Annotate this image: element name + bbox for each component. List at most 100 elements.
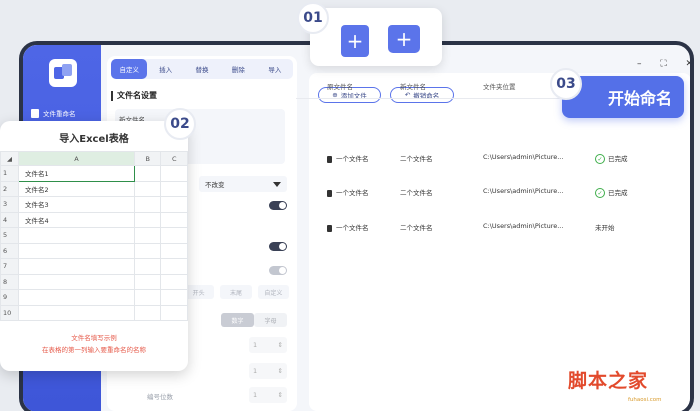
tab-import[interactable]: 导入 <box>257 59 293 79</box>
stepper-arrows-icon: ⇕ <box>277 341 283 349</box>
cell[interactable] <box>160 227 188 244</box>
stepper-arrows-icon: ⇕ <box>277 367 283 375</box>
option-letter[interactable]: 字母 <box>254 313 287 327</box>
cell[interactable] <box>160 242 188 259</box>
cell-new: 二个文件名 <box>400 224 433 232</box>
cell[interactable] <box>133 165 162 182</box>
cell[interactable] <box>133 289 162 306</box>
tab-custom[interactable]: 自定义 <box>111 59 148 79</box>
digits-stepper[interactable]: 1 ⇕ <box>249 387 287 403</box>
close-icon[interactable]: ✕ <box>685 59 690 69</box>
note-line-1: 文件名填写示例 <box>71 334 117 342</box>
header-original: 原文件名 <box>327 83 353 91</box>
cell[interactable] <box>133 273 162 290</box>
cell[interactable] <box>133 258 162 275</box>
toggle-1[interactable] <box>269 201 287 210</box>
cell[interactable] <box>160 289 188 306</box>
row-header: 9 <box>0 289 19 306</box>
header-path: 文件夹位置 <box>483 83 516 91</box>
cell[interactable] <box>18 258 135 275</box>
file-icon <box>327 189 332 197</box>
cell[interactable] <box>160 258 188 275</box>
section-title: 文件名设置 <box>111 91 157 101</box>
tab-delete[interactable]: 删除 <box>220 59 256 79</box>
file-icon <box>327 155 332 163</box>
cell[interactable] <box>18 289 135 306</box>
column-header: C <box>160 151 188 166</box>
cell[interactable] <box>133 211 162 228</box>
step-badge-01: 01 <box>297 2 329 34</box>
cell-a2[interactable]: 文件名2 <box>18 180 135 197</box>
note-line-2: 在表格的第一列输入要重命名的名称 <box>42 346 146 354</box>
add-folder-icon[interactable]: + <box>388 25 420 53</box>
cell-original: 一个文件名 <box>336 189 369 197</box>
cell-a1[interactable]: 文件名1 <box>18 165 135 182</box>
cell[interactable] <box>160 165 188 182</box>
row-header: 2 <box>0 180 19 197</box>
position-options: 开头 末尾 自定义 <box>183 285 289 299</box>
excel-title: 导入Excel表格 <box>59 134 129 145</box>
add-file-icon[interactable]: + <box>341 25 369 57</box>
table-row[interactable]: 一个文件名 二个文件名 C:\Users\admin\Picture... ✓ 已… <box>305 187 665 199</box>
row-header: 6 <box>0 242 19 259</box>
cell[interactable] <box>18 227 135 244</box>
case-select[interactable]: 不改变 <box>199 176 287 192</box>
cell-a3[interactable]: 文件名3 <box>18 196 135 213</box>
step-badge-02: 02 <box>164 108 196 140</box>
mode-tabs: 自定义 插入 替换 删除 导入 <box>111 59 293 79</box>
cell-status: 已完成 <box>608 189 628 197</box>
file-icon <box>327 224 332 232</box>
column-header: A <box>18 151 135 166</box>
stepper-arrows-icon: ⇕ <box>277 391 283 399</box>
sidebar-item-label: 文件重命名 <box>43 110 76 118</box>
watermark: 脚本之家 <box>568 370 649 392</box>
table-row[interactable]: 一个文件名 二个文件名 C:\Users\admin\Picture... 未开… <box>305 222 665 234</box>
cell[interactable] <box>133 180 162 197</box>
cell[interactable] <box>160 304 188 321</box>
cell-a4[interactable]: 文件名4 <box>18 211 135 228</box>
cell-status: 已完成 <box>608 155 628 163</box>
cell[interactable] <box>160 273 188 290</box>
cell[interactable] <box>160 196 188 213</box>
cell-path: C:\Users\admin\Picture... <box>483 153 564 161</box>
toggle-2[interactable] <box>269 242 287 251</box>
check-circle-icon: ✓ <box>595 188 605 198</box>
corner-cell: ◢ <box>0 151 19 166</box>
check-circle-icon: ✓ <box>595 154 605 164</box>
table-row[interactable]: 一个文件名 二个文件名 C:\Users\admin\Picture... ✓ 已… <box>305 153 665 165</box>
tab-replace[interactable]: 替换 <box>184 59 220 79</box>
stepper-value: 1 <box>253 391 258 399</box>
start-stepper[interactable]: 1 ⇕ <box>249 337 287 353</box>
tab-insert[interactable]: 插入 <box>147 59 183 79</box>
minimize-icon[interactable]: – <box>637 59 642 69</box>
header-new: 新文件名 <box>400 83 426 91</box>
cell[interactable] <box>18 242 135 259</box>
cell[interactable] <box>133 196 162 213</box>
digits-label: 编号位数 <box>147 393 173 401</box>
row-header: 4 <box>0 211 19 228</box>
cell-status: 未开始 <box>595 224 615 232</box>
cell[interactable] <box>18 273 135 290</box>
row-header: 5 <box>0 227 19 244</box>
step-stepper[interactable]: 1 ⇕ <box>249 363 287 379</box>
cell[interactable] <box>133 242 162 259</box>
row-header: 1 <box>0 165 19 182</box>
cell[interactable] <box>160 211 188 228</box>
cell[interactable] <box>133 304 162 321</box>
sidebar-item-rename[interactable]: 文件重命名 <box>31 103 93 123</box>
cell[interactable] <box>133 227 162 244</box>
cell-new: 二个文件名 <box>400 155 433 163</box>
excel-import-popup: 导入Excel表格 ◢ A B C 1 文件名1 2 文件名2 3 文件名3 4 文件名… <box>0 121 188 371</box>
select-value: 不改变 <box>205 181 225 189</box>
cell-path: C:\Users\admin\Picture... <box>483 222 564 230</box>
option-end[interactable]: 末尾 <box>220 285 252 299</box>
option-number[interactable]: 数字 <box>221 313 254 327</box>
cell[interactable] <box>160 180 188 197</box>
toggle-3[interactable] <box>269 266 287 275</box>
stepper-value: 1 <box>253 367 258 375</box>
maximize-icon[interactable]: ⛶ <box>660 59 666 69</box>
excel-note: 文件名填写示例 在表格的第一列输入要重命名的名称 <box>0 332 188 356</box>
option-custom[interactable]: 自定义 <box>257 285 289 299</box>
row-header: 7 <box>0 258 19 275</box>
cell[interactable] <box>18 304 135 321</box>
